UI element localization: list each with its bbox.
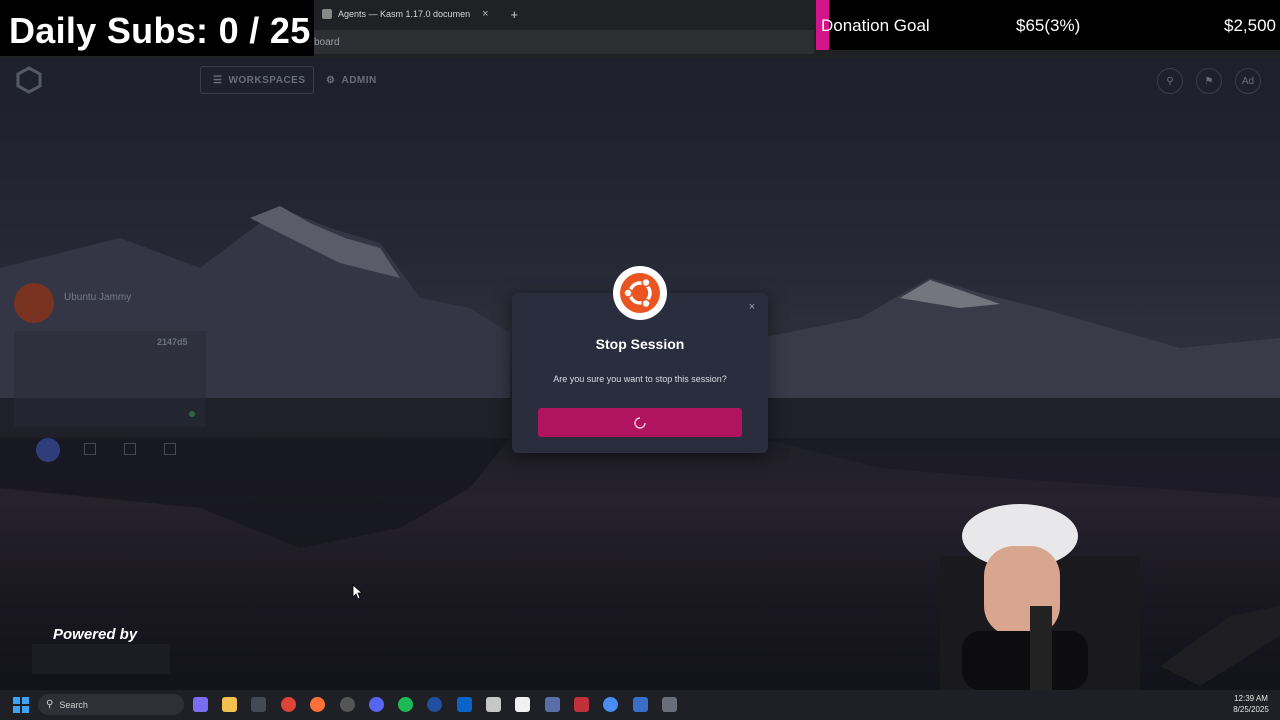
donation-amount: $65(3%) [1016, 16, 1081, 35]
clock-time: 12:39 AM [1234, 694, 1268, 703]
confirm-stop-button[interactable] [538, 408, 742, 437]
app-icon[interactable] [251, 697, 266, 712]
mail-icon[interactable] [486, 697, 501, 712]
screen-session-icon[interactable] [124, 443, 136, 455]
donation-goal-overlay: Donation Goal $65(3%) $2,500 [816, 0, 1280, 50]
system-clock[interactable]: 12:39 AM 8/25/2025 [1226, 693, 1276, 715]
streamer-webcam [940, 504, 1280, 690]
taskbar-search[interactable]: ⚲ Search [38, 694, 184, 715]
powered-by-label: Powered by [53, 626, 138, 643]
kasm-logo-icon[interactable] [15, 66, 43, 94]
ubuntu-logo-icon [14, 283, 54, 323]
gear-icon: ⚙ [326, 74, 336, 86]
donation-target: $2,500 [1224, 16, 1276, 35]
workspaces-nav-button[interactable]: ☰ WORKSPACES [200, 66, 314, 94]
kasm-nav-bar: ☰ WORKSPACES ⚙ ADMIN ⚲ ⚑ Ad [0, 60, 1280, 102]
copilot-icon[interactable] [193, 697, 208, 712]
close-tab-icon[interactable]: × [482, 8, 488, 20]
firefox-icon[interactable] [310, 697, 325, 712]
session-name: Ubuntu Jammy [64, 292, 132, 303]
clock-date: 8/25/2025 [1233, 705, 1269, 714]
kasm-favicon-icon [322, 9, 332, 19]
loading-spinner-icon [634, 416, 646, 429]
chrome-icon[interactable] [281, 697, 296, 712]
admin-nav-button[interactable]: ⚙ ADMIN [326, 66, 377, 94]
new-tab-button[interactable]: + [511, 7, 519, 22]
taskbar-search-placeholder: Search [59, 699, 88, 710]
ubuntu-logo-icon [613, 266, 667, 320]
modal-message: Are you sure you want to stop this sessi… [553, 374, 727, 384]
avatar[interactable]: Ad [1235, 68, 1261, 94]
session-id: 2147d5 [157, 337, 188, 347]
app-icon[interactable] [633, 697, 648, 712]
close-icon[interactable]: × [746, 301, 758, 315]
calculator-icon[interactable] [662, 697, 677, 712]
address-bar[interactable]: board [314, 30, 814, 54]
resume-session-button[interactable] [36, 438, 60, 462]
mouse-cursor-icon [352, 584, 362, 600]
chrome-active-icon[interactable] [603, 697, 618, 712]
sponsor-logo-placeholder [32, 644, 170, 674]
delete-session-icon[interactable] [164, 443, 176, 455]
app-icon[interactable] [545, 697, 560, 712]
windows-start-icon[interactable] [13, 697, 29, 713]
discord-icon[interactable] [369, 697, 384, 712]
app-icon[interactable] [574, 697, 589, 712]
layers-icon: ☰ [213, 74, 223, 86]
daily-subs-overlay: Daily Subs: 0 / 25 [0, 0, 314, 56]
app-icon[interactable] [427, 697, 442, 712]
workspaces-label: WORKSPACES [228, 74, 306, 86]
modal-title: Stop Session [595, 336, 685, 352]
session-card[interactable]: Ubuntu Jammy 2147d5 [14, 283, 206, 465]
browser-tab[interactable]: Agents — Kasm 1.17.0 documen × + [322, 4, 518, 24]
status-dot [189, 411, 195, 417]
admin-label: ADMIN [341, 74, 377, 86]
tag-icon[interactable]: ⚑ [1196, 68, 1222, 94]
notion-icon[interactable] [515, 697, 530, 712]
search-icon: ⚲ [46, 699, 54, 710]
spotify-icon[interactable] [398, 697, 413, 712]
donation-label: Donation Goal [821, 16, 930, 35]
address-text: board [314, 37, 340, 48]
file-explorer-icon[interactable] [222, 697, 237, 712]
tab-title: Agents — Kasm 1.17.0 documen [338, 9, 471, 19]
github-icon[interactable] [340, 697, 355, 712]
outlook-icon[interactable] [457, 697, 472, 712]
pause-session-icon[interactable] [84, 443, 96, 455]
search-icon[interactable]: ⚲ [1157, 68, 1183, 94]
